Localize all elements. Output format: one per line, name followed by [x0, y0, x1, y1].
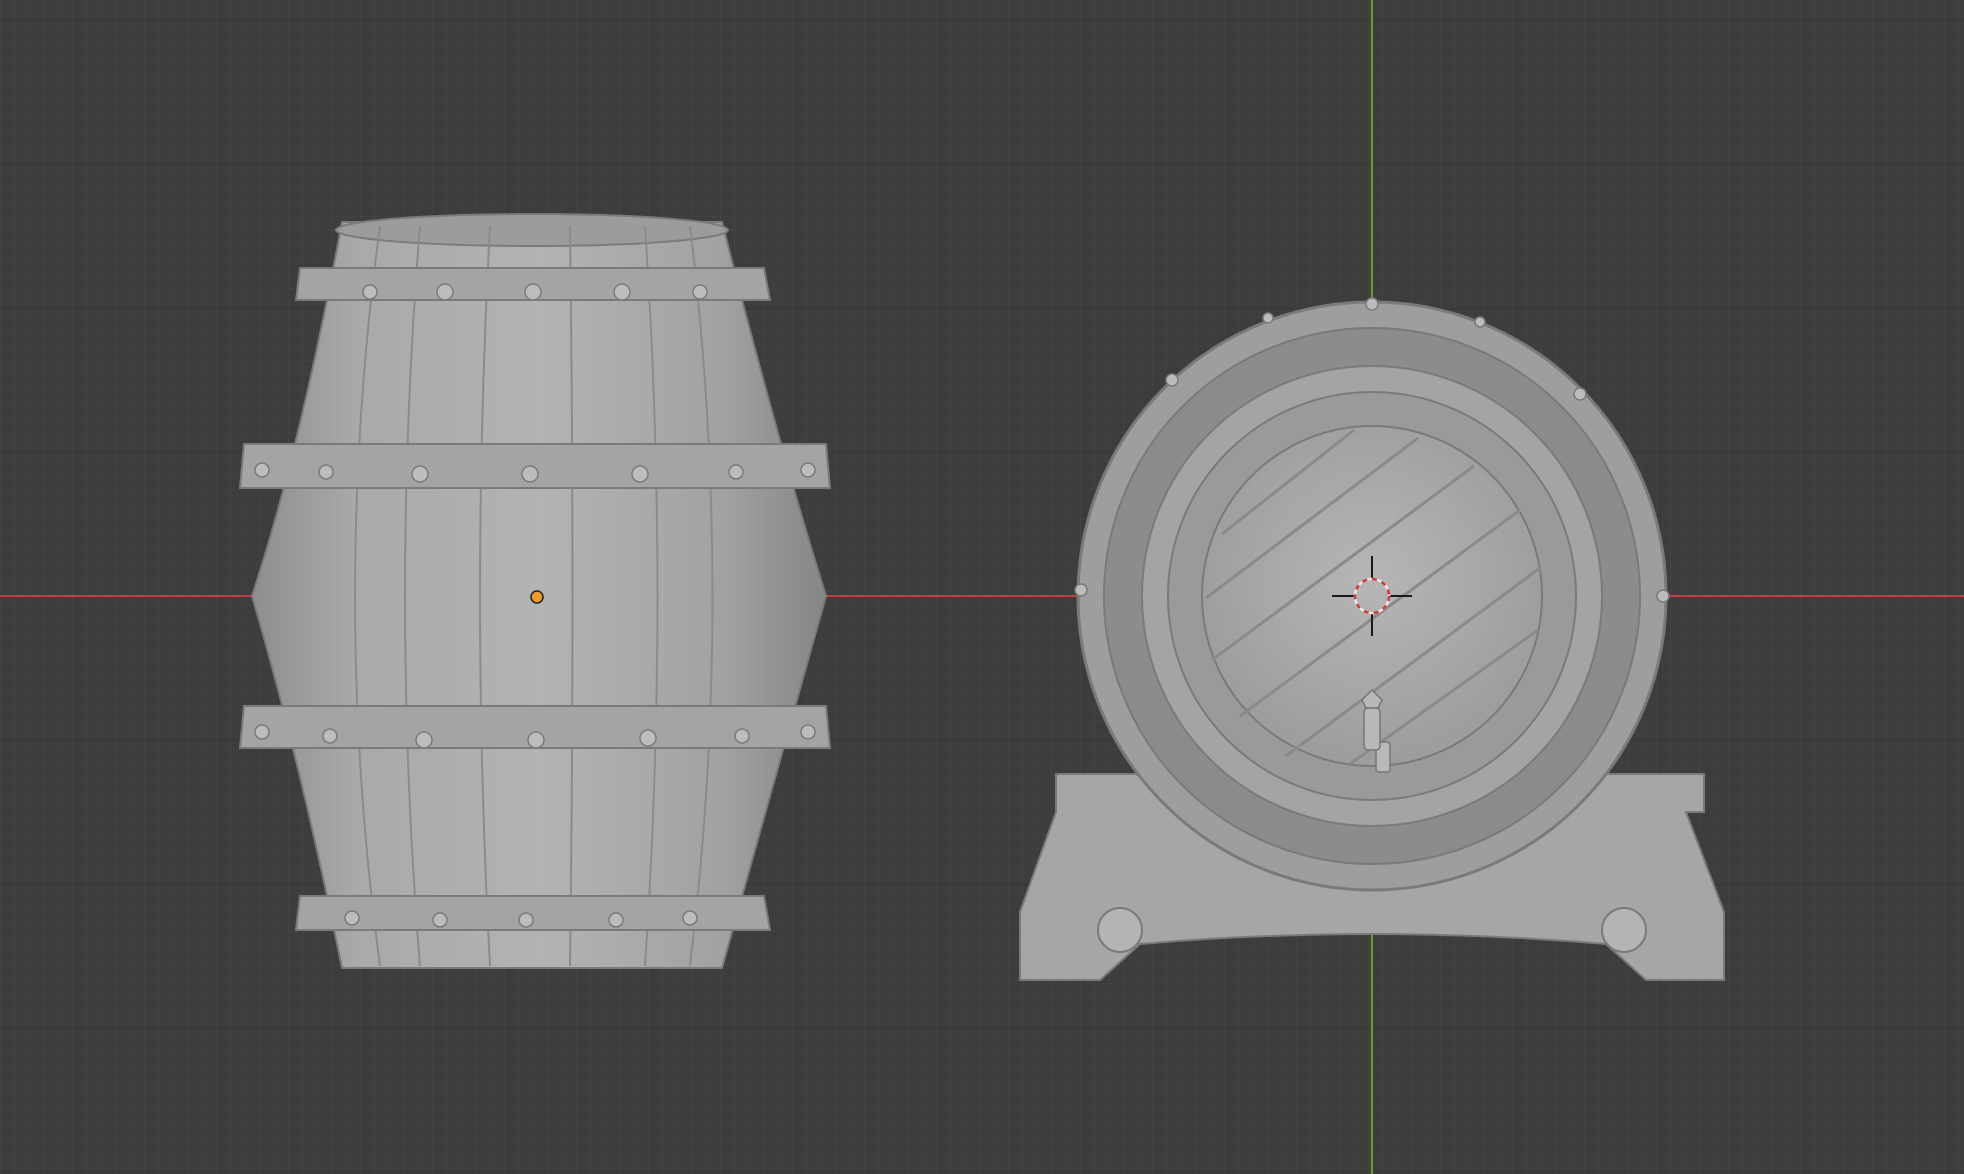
barrel-top-rim: [335, 213, 729, 247]
stand-knob-left: [1097, 907, 1143, 953]
object-origin-icon[interactable]: [530, 590, 544, 604]
3d-viewport[interactable]: [0, 0, 1964, 1174]
viewport-canvas[interactable]: [0, 0, 1964, 1174]
barrel-standing[interactable]: [238, 213, 832, 969]
stand-knob-right: [1601, 907, 1647, 953]
